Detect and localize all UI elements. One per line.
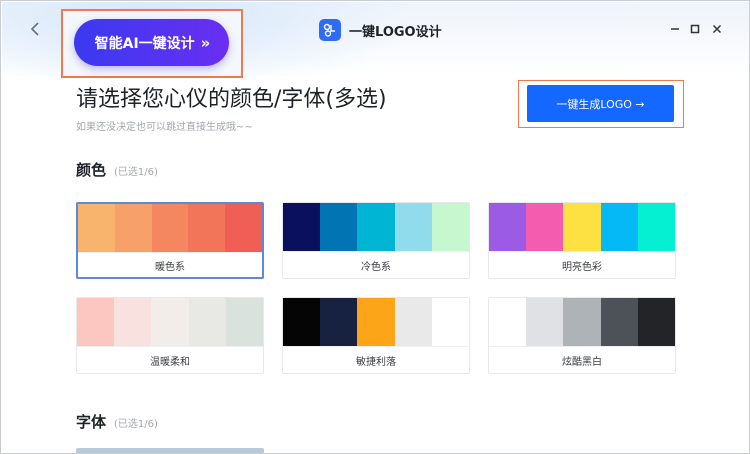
- color-swatch: [151, 204, 189, 252]
- color-swatch: [320, 203, 358, 251]
- color-swatch: [526, 298, 564, 346]
- color-swatch: [77, 298, 115, 346]
- ai-button-highlight: 智能AI一键设计 »: [61, 9, 243, 78]
- color-swatch: [600, 203, 638, 251]
- palette-swatches: [78, 204, 262, 252]
- minimize-button[interactable]: [665, 19, 685, 39]
- palette-label: 暖色系: [78, 252, 262, 277]
- color-swatch: [431, 298, 470, 346]
- color-swatch: [114, 204, 152, 252]
- color-swatch: [637, 203, 676, 251]
- palette-card[interactable]: 敏捷利落: [282, 297, 470, 374]
- back-button[interactable]: [21, 15, 49, 43]
- palette-card[interactable]: 温暖柔和: [76, 297, 264, 374]
- color-swatch: [489, 298, 527, 346]
- color-swatch: [563, 203, 601, 251]
- fonts-title: 字体: [76, 413, 107, 431]
- color-swatch: [600, 298, 638, 346]
- palette-label: 敏捷利落: [283, 346, 469, 373]
- palette-swatches: [489, 298, 676, 346]
- colors-title: 颜色: [76, 161, 107, 179]
- color-swatch: [283, 203, 321, 251]
- color-swatch: [357, 298, 395, 346]
- color-swatch: [431, 203, 470, 251]
- app-title-text: 一键LOGO设计: [349, 24, 442, 40]
- close-icon: [712, 24, 722, 34]
- color-swatch: [283, 298, 321, 346]
- palette-swatches: [77, 298, 264, 346]
- color-swatch: [188, 204, 226, 252]
- app-title: 一键LOGO设计: [319, 18, 442, 42]
- fonts-section-title: 字体 (已选1/6): [76, 411, 158, 432]
- palette-swatches: [489, 203, 676, 251]
- logo-app-icon: [319, 19, 341, 41]
- palette-label: 温暖柔和: [77, 346, 263, 373]
- color-swatch: [637, 298, 676, 346]
- palette-card[interactable]: 炫酷黑白: [488, 297, 676, 374]
- colors-section-title: 颜色 (已选1/6): [76, 159, 158, 180]
- app-window: 智能AI一键设计 » 一键LOGO设计 请选择您心仪的颜色/字体(多选) 如果还…: [0, 0, 750, 454]
- generate-logo-button[interactable]: 一键生成LOGO →: [527, 85, 674, 122]
- color-swatch: [563, 298, 601, 346]
- palette-card[interactable]: 暖色系: [76, 202, 264, 279]
- color-swatch: [526, 203, 564, 251]
- palette-card[interactable]: 明亮色彩: [488, 202, 676, 279]
- fonts-selected-count: (已选1/6): [114, 419, 158, 430]
- color-swatch: [489, 203, 527, 251]
- minimize-icon: [671, 28, 679, 30]
- smart-ai-design-button[interactable]: 智能AI一键设计 »: [74, 19, 229, 66]
- page-title: 请选择您心仪的颜色/字体(多选): [76, 87, 387, 112]
- maximize-icon: [690, 24, 700, 34]
- palette-swatches: [283, 203, 470, 251]
- maximize-button[interactable]: [685, 19, 705, 39]
- font-card-preview[interactable]: [76, 448, 264, 453]
- generate-button-highlight: 一键生成LOGO →: [518, 80, 684, 128]
- color-swatch: [78, 204, 115, 252]
- color-swatch: [151, 298, 189, 346]
- chevron-left-icon: [30, 22, 39, 36]
- color-swatch: [394, 203, 432, 251]
- color-swatch: [225, 298, 264, 346]
- color-swatch: [394, 298, 432, 346]
- color-swatch: [357, 203, 395, 251]
- color-swatch: [225, 204, 262, 252]
- double-chevron-right-icon: »: [200, 33, 211, 52]
- palette-label: 明亮色彩: [489, 251, 675, 278]
- palette-card[interactable]: 冷色系: [282, 202, 470, 279]
- palette-swatches: [283, 298, 470, 346]
- palette-label: 炫酷黑白: [489, 346, 675, 373]
- palette-label: 冷色系: [283, 251, 469, 278]
- color-swatch: [114, 298, 152, 346]
- color-swatch: [188, 298, 226, 346]
- close-button[interactable]: [707, 19, 727, 39]
- ai-button-label: 智能AI一键设计: [94, 35, 195, 52]
- colors-selected-count: (已选1/6): [114, 167, 158, 178]
- color-swatch: [320, 298, 358, 346]
- page-subtitle: 如果还没决定也可以跳过直接生成哦~~: [76, 122, 253, 133]
